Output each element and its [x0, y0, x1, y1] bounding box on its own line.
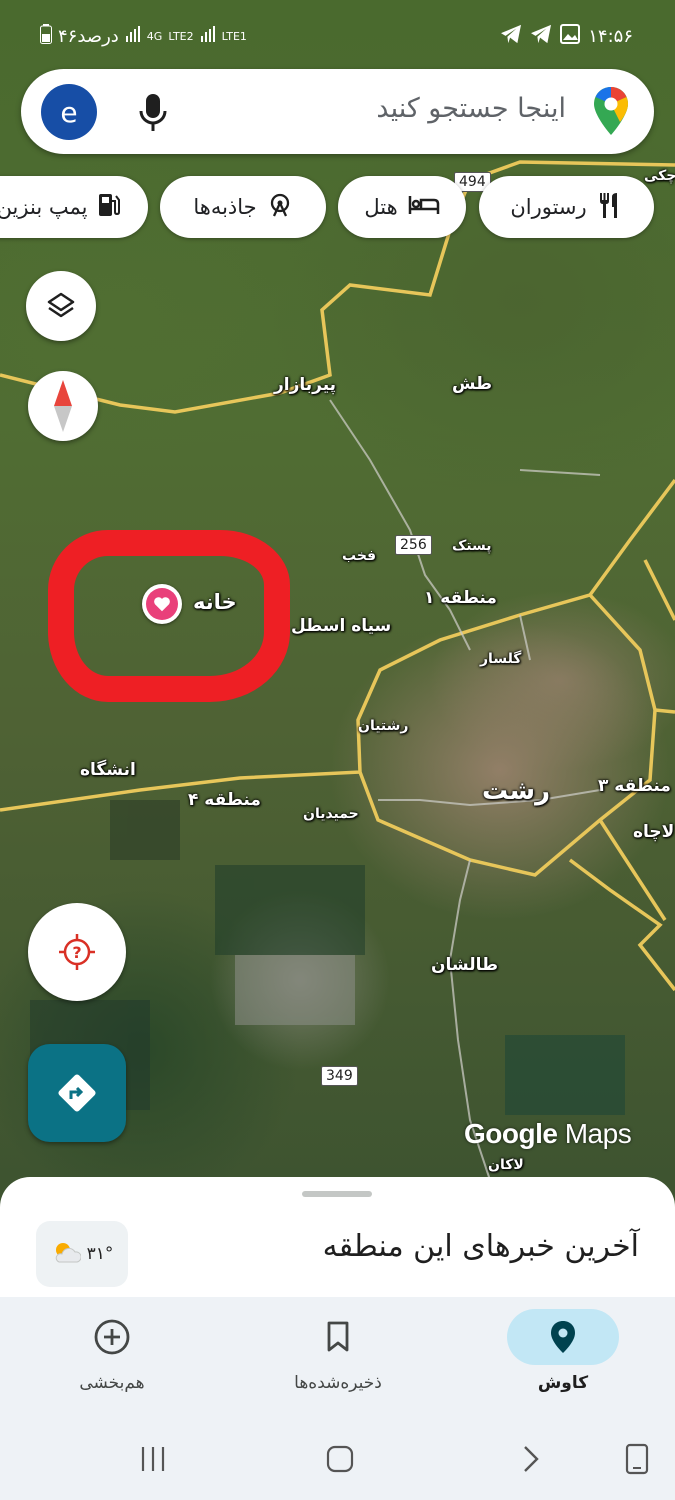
tab-contribute-label: هم‌بخشی [79, 1373, 145, 1393]
phone-rotate-icon [625, 1443, 649, 1475]
tab-saved-icon-wrap [282, 1309, 394, 1365]
tab-explore-label: کاوش [537, 1373, 589, 1393]
telegram-icon [500, 24, 522, 49]
google-maps-pin-icon [594, 87, 628, 139]
tab-explore-icon-wrap [507, 1309, 619, 1365]
home-place-label[interactable]: خانه [193, 590, 237, 614]
place-label-siah-estalakh[interactable]: سیاه اسطل [291, 616, 391, 636]
recent-apps-icon [141, 1447, 165, 1471]
tab-explore[interactable]: کاوش [483, 1309, 643, 1409]
directions-button[interactable] [28, 1044, 126, 1142]
weather-chip[interactable]: ۳۱° [36, 1221, 128, 1287]
gallery-icon [560, 24, 581, 49]
home-place-pin[interactable] [142, 584, 182, 624]
search-bar[interactable]: e [21, 69, 654, 154]
chip-restaurant-label: رستوران [510, 195, 587, 219]
sim2-label: LTE2 [168, 29, 194, 43]
back-button[interactable] [516, 1439, 546, 1479]
sim1-label: LTE1 [221, 29, 247, 43]
home-icon [326, 1445, 354, 1473]
place-label-rashtian[interactable]: رشتیان [358, 718, 408, 734]
place-label-fakhab[interactable]: فخب [342, 548, 376, 564]
place-label-tash[interactable]: طش [452, 374, 492, 394]
directions-icon [58, 1074, 96, 1112]
layers-button[interactable] [26, 271, 96, 341]
place-label-lakan[interactable]: لاکان [488, 1157, 524, 1173]
status-bar: ۴۶درصد 4G LTE2 LTE1 ۱۴:۵۶ [0, 0, 675, 70]
network-4g: 4G [146, 29, 163, 43]
place-label-lakhcheh[interactable]: لاچاه [633, 822, 674, 842]
back-chevron-icon [524, 1446, 539, 1472]
place-label-pirbazar[interactable]: پیربازار [274, 375, 336, 395]
maps-logo-text: Maps [564, 1118, 632, 1149]
battery-icon [40, 24, 52, 49]
place-label-mantaqe-3[interactable]: منطقه ۳ [598, 776, 671, 796]
fork-knife-icon [597, 191, 623, 224]
svg-text:?: ? [72, 943, 81, 962]
place-label-daneshgah[interactable]: انشگاه [80, 760, 136, 780]
status-right-group: ۱۴:۵۶ [500, 24, 633, 49]
my-location-button[interactable]: ? [28, 903, 126, 1001]
mic-icon[interactable] [135, 91, 171, 133]
tab-contribute-icon-wrap [56, 1309, 168, 1365]
google-maps-logo: Google Maps [464, 1118, 632, 1150]
chip-hotel-label: هتل [364, 195, 398, 219]
place-label-hamidian[interactable]: حمیدیان [303, 806, 359, 822]
attractions-icon [267, 192, 293, 223]
road-shield-256: 256 [395, 535, 432, 555]
signal-bars-sim1-icon [200, 26, 216, 47]
location-unknown-icon: ? [59, 934, 95, 970]
place-label-rasht[interactable]: رشت [482, 776, 550, 806]
fuel-pump-icon [97, 191, 121, 224]
status-left-group: ۴۶درصد 4G LTE2 LTE1 [40, 24, 247, 49]
sheet-drag-handle[interactable] [302, 1191, 372, 1197]
search-input[interactable] [186, 93, 566, 124]
layers-icon [47, 292, 75, 318]
google-logo-text: Google [464, 1118, 558, 1149]
heart-icon [146, 588, 178, 620]
road-shield-349: 349 [321, 1066, 358, 1086]
place-label-mantaqe-4[interactable]: منطقه ۴ [188, 790, 261, 810]
chip-gas-station-label: پمپ بنزین [0, 195, 88, 219]
weather-temperature: ۳۱° [86, 1244, 114, 1264]
place-label-golsar[interactable]: گلسار [480, 651, 521, 667]
system-navigation-bar [0, 1417, 675, 1500]
explore-pin-icon [551, 1321, 575, 1353]
category-chips: رستوران هتل جاذبه‌ها پمپ بنزین [0, 176, 675, 238]
chip-gas-station[interactable]: پمپ بنزین [0, 176, 148, 238]
chip-restaurant[interactable]: رستوران [479, 176, 654, 238]
tab-saved[interactable]: ذخیره‌شده‌ها [258, 1309, 418, 1409]
bottom-sheet[interactable]: آخرین خبرهای این منطقه ۳۱° [0, 1177, 675, 1317]
place-label-talshan[interactable]: طالشان [431, 955, 498, 975]
telegram-icon-2 [530, 24, 552, 49]
screen-rotate-button[interactable] [620, 1439, 654, 1479]
chip-attractions-label: جاذبه‌ها [193, 195, 257, 219]
account-avatar[interactable]: e [41, 84, 97, 140]
add-circle-icon [94, 1319, 130, 1355]
partly-cloudy-icon [51, 1240, 82, 1269]
bottom-navigation: کاوش ذخیره‌شده‌ها هم‌بخشی [0, 1297, 675, 1417]
compass-icon [54, 380, 72, 432]
bookmark-icon [327, 1321, 349, 1352]
chip-hotel[interactable]: هتل [338, 176, 466, 238]
bed-icon [408, 194, 440, 221]
sheet-title: آخرین خبرهای این منطقه [322, 1229, 639, 1264]
tab-contribute[interactable]: هم‌بخشی [32, 1309, 192, 1409]
tab-saved-label: ذخیره‌شده‌ها [294, 1373, 382, 1393]
recent-apps-button[interactable] [138, 1439, 168, 1479]
place-label-mantaqe-1[interactable]: منطقه ۱ [424, 588, 497, 608]
place-label-pastak[interactable]: پستک [452, 538, 492, 554]
status-time: ۱۴:۵۶ [588, 26, 633, 47]
battery-percent: ۴۶درصد [58, 26, 119, 47]
compass-button[interactable] [28, 371, 98, 441]
chip-attractions[interactable]: جاذبه‌ها [160, 176, 326, 238]
home-button[interactable] [322, 1439, 358, 1479]
signal-bars-icon [125, 26, 141, 47]
